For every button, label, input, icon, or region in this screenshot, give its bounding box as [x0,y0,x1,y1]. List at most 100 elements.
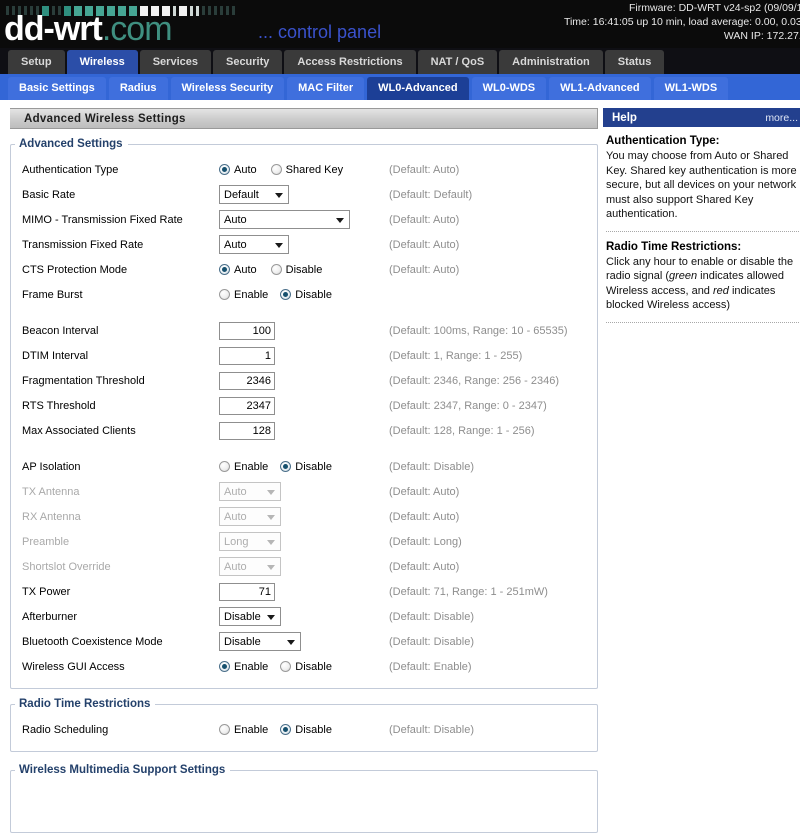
select-shortslot-override: Auto [219,557,281,576]
tab-wireless[interactable]: Wireless [66,50,138,74]
radio-dot-icon [280,461,292,472]
help-more-link[interactable]: more... [765,112,799,124]
label-transmission-fixed-rate: Transmission Fixed Rate [22,238,144,251]
logo-tld-text: .com [101,10,173,48]
select-transmission-fixed-rate[interactable]: Auto [219,235,289,254]
default-hint: (Default: Disable) [389,460,474,473]
label-frame-burst: Frame Burst [22,288,83,301]
default-hint: (Default: 1, Range: 1 - 255) [389,349,523,362]
row-radio-scheduling: Radio Scheduling Enable Disable (Default… [11,717,597,742]
subtab-wl0-advanced[interactable]: WL0-Advanced [367,77,469,100]
radio-label: Auto [234,163,257,176]
radio-label: Disable [295,723,332,736]
input-dtim-interval[interactable] [219,346,275,365]
radio-radio-scheduling-enable[interactable]: Enable [219,724,268,736]
subtab-wl1-advanced[interactable]: WL1-Advanced [549,77,651,100]
select-value: Auto [224,560,247,573]
radio-ap-isolation-disable[interactable]: Disable [280,461,332,473]
wireless-multimedia-legend: Wireless Multimedia Support Settings [19,764,226,776]
tab-administration[interactable]: Administration [499,50,603,74]
chevron-down-icon [336,217,344,223]
radio-cts-auto[interactable]: Auto [219,264,257,276]
radio-label: Disable [295,288,332,301]
help-divider [606,230,800,232]
radio-label: Auto [234,263,257,276]
default-hint: (Default: Long) [389,535,462,548]
row-afterburner: Afterburner Disable (Default: Disable) [11,604,597,629]
subtab-wireless-security[interactable]: Wireless Security [170,77,285,100]
radio-frame-burst-enable[interactable]: Enable [219,289,268,301]
subtab-wl1-wds[interactable]: WL1-WDS [653,77,729,100]
label-authentication-type: Authentication Type [22,163,119,176]
select-bluetooth-coexistence-mode[interactable]: Disable [219,632,301,651]
input-max-associated-clients[interactable] [219,421,275,440]
radio-label: Shared Key [285,163,344,176]
input-beacon-interval[interactable] [219,321,275,340]
firmware-version: Firmware: DD-WRT v24-sp2 (09/09/11) big [629,2,800,14]
default-hint: (Default: Auto) [389,263,460,276]
radio-wireless-gui-disable[interactable]: Disable [280,661,332,673]
subtab-radius[interactable]: Radius [108,77,168,100]
row-dtim-interval: DTIM Interval (Default: 1, Range: 1 - 25… [11,343,597,368]
radio-frame-burst-disable[interactable]: Disable [280,289,332,301]
label-rx-antenna: RX Antenna [22,510,81,523]
tab-security[interactable]: Security [212,50,283,74]
chevron-down-icon [267,489,275,495]
wan-ip-address: WAN IP: 172.27.35.63 [723,30,800,42]
radio-label: Disable [295,660,332,673]
tab-setup[interactable]: Setup [8,50,65,74]
system-time-and-load: Time: 16:41:05 up 10 min, load average: … [563,16,800,28]
select-value: Default [224,188,259,201]
page-body: Advanced Wireless Settings Advanced Sett… [0,100,800,833]
subtab-basic-settings[interactable]: Basic Settings [8,77,106,100]
radio-auth-shared-key[interactable]: Shared Key [270,163,344,176]
help-heading-authentication-type: Authentication Type: [606,135,720,147]
tab-status[interactable]: Status [604,50,665,74]
radio-ap-isolation-enable[interactable]: Enable [219,461,268,473]
input-rts-threshold[interactable] [219,396,275,415]
tab-nat-qos[interactable]: NAT / QoS [417,50,498,74]
select-mimo-transmission-fixed-rate[interactable]: Auto [219,210,350,229]
select-basic-rate[interactable]: Default [219,185,289,204]
radiogroup-cts-protection-mode: Auto Disable [219,264,322,276]
top-banner: dd-wrt.com ... control panel Firmware: D… [0,0,800,48]
radio-auth-auto[interactable]: Auto [219,164,257,176]
default-hint: (Default: 2347, Range: 0 - 2347) [389,399,547,412]
dd-wrt-logo: dd-wrt.com [4,10,173,48]
radio-dot-icon [270,164,282,175]
default-hint: (Default: 2346, Range: 256 - 2346) [389,374,560,387]
radio-wireless-gui-enable[interactable]: Enable [219,661,268,673]
chevron-down-icon [267,514,275,520]
row-wireless-gui-access: Wireless GUI Access Enable Disable (Defa… [11,654,597,679]
input-tx-power[interactable] [219,582,275,601]
input-fragmentation-threshold[interactable] [219,371,275,390]
radio-cts-disable[interactable]: Disable [270,263,323,276]
radio-label: Disable [285,263,323,276]
label-cts-protection-mode: CTS Protection Mode [22,263,128,276]
subtab-mac-filter[interactable]: MAC Filter [287,77,365,100]
select-value: Long [224,535,249,548]
radiogroup-wireless-gui-access: Enable Disable [219,661,332,673]
select-afterburner[interactable]: Disable [219,607,281,626]
radio-label: Enable [234,660,269,673]
tab-access-restrictions[interactable]: Access Restrictions [284,50,416,74]
row-ap-isolation: AP Isolation Enable Disable (Default: Di… [11,454,597,479]
select-preamble: Long [219,532,281,551]
select-tx-antenna: Auto [219,482,281,501]
tab-services[interactable]: Services [139,50,211,74]
radio-radio-scheduling-disable[interactable]: Disable [280,724,332,736]
radio-dot-icon [219,264,230,275]
row-rts-threshold: RTS Threshold (Default: 2347, Range: 0 -… [11,393,597,418]
radio-dot-icon [219,461,230,472]
row-fragmentation-threshold: Fragmentation Threshold (Default: 2346, … [11,368,597,393]
radio-label: Enable [234,723,269,736]
chevron-down-icon [267,539,275,545]
row-frame-burst: Frame Burst Enable Disable [11,282,597,307]
subtab-wl0-wds[interactable]: WL0-WDS [471,77,547,100]
default-hint: (Default: Default) [389,188,473,201]
radio-time-restrictions-fieldset: Radio Time Restrictions Radio Scheduling… [10,698,598,752]
help-heading-radio-time-restrictions: Radio Time Restrictions: [606,240,742,253]
row-beacon-interval: Beacon Interval (Default: 100ms, Range: … [11,318,597,343]
label-wireless-gui-access: Wireless GUI Access [22,660,125,673]
help-emphasis-red: red [712,284,729,297]
